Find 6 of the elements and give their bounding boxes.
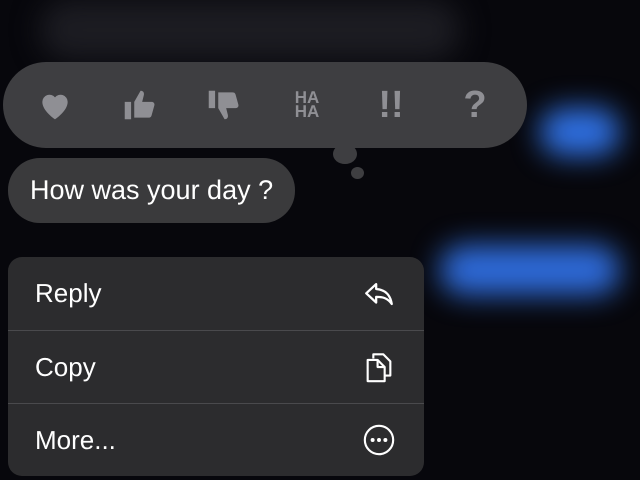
menu-item[interactable]: Reply [8,257,424,330]
menu-item[interactable]: Copy [8,330,424,403]
message-bubble: How was your day ? [8,158,296,223]
more-icon [362,423,396,457]
bubble-tail-dot [351,167,364,179]
menu-item[interactable]: More... [8,403,424,476]
